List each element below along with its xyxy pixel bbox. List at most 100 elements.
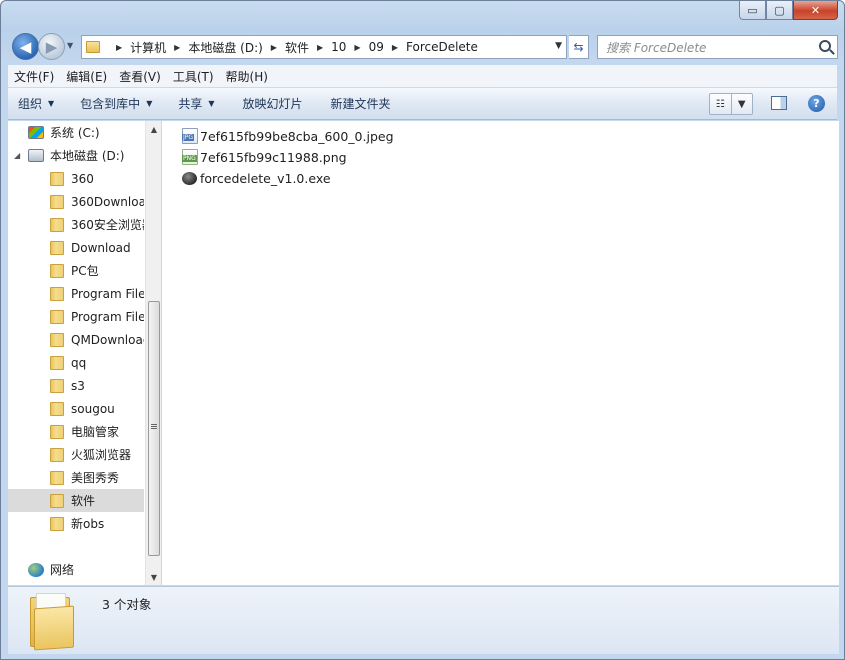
- item-count: 3 个对象: [102, 597, 152, 612]
- tree-item-label: qq: [71, 355, 87, 370]
- share-button[interactable]: 共享 ▼: [168, 95, 224, 112]
- tree-item-drive-c[interactable]: 系统 (C:): [8, 121, 144, 144]
- file-item[interactable]: forcedelete_v1.0.exe: [182, 168, 331, 188]
- breadcrumb-item[interactable]: ForceDelete: [406, 40, 478, 54]
- folder-icon: [50, 424, 64, 439]
- scroll-thumb[interactable]: [148, 301, 160, 556]
- tree-folder-item[interactable]: 360安全浏览器: [8, 213, 144, 236]
- menu-view[interactable]: 查看(V): [113, 68, 167, 85]
- file-item[interactable]: 7ef615fb99be8cba_600_0.jpeg: [182, 126, 394, 146]
- tree-folder-item[interactable]: 360: [8, 167, 144, 190]
- tree-folder-item[interactable]: sougou: [8, 397, 144, 420]
- folder-icon: [50, 516, 64, 531]
- include-in-library-button[interactable]: 包含到库中 ▼: [70, 95, 162, 112]
- tree-item-network[interactable]: 网络: [8, 558, 144, 581]
- tree-item-drive-d[interactable]: ◢ 本地磁盘 (D:): [8, 144, 144, 167]
- nav-scrollbar[interactable]: ▲ ▼: [145, 121, 161, 585]
- search-input[interactable]: 搜索 ForceDelete: [597, 35, 838, 59]
- tree-item-label: sougou: [71, 401, 115, 416]
- file-name: forcedelete_v1.0.exe: [200, 170, 331, 186]
- tree-folder-item[interactable]: PC包: [8, 259, 144, 282]
- file-name: 7ef615fb99be8cba_600_0.jpeg: [200, 128, 394, 144]
- tree-item-label: 软件: [71, 494, 96, 508]
- tree-item-label: 360Download: [71, 194, 144, 209]
- breadcrumb-item[interactable]: 10 ▶: [331, 40, 368, 54]
- folder-icon: [50, 378, 64, 393]
- organize-button[interactable]: 组织 ▼: [8, 95, 64, 112]
- menu-bar: 文件(F) 编辑(E) 查看(V) 工具(T) 帮助(H): [8, 65, 837, 88]
- tree-folder-item[interactable]: 新obs: [8, 512, 144, 535]
- tree-folder-item[interactable]: QMDownload: [8, 328, 144, 351]
- tree-item-label: 火狐浏览器: [71, 448, 132, 462]
- preview-pane-icon[interactable]: [771, 96, 787, 110]
- tree-folder-item[interactable]: qq: [8, 351, 144, 374]
- folder-icon: [50, 263, 64, 278]
- tree-item-label: 新obs: [71, 517, 105, 531]
- breadcrumb-item[interactable]: 本地磁盘 (D:) ▶: [188, 39, 285, 56]
- tree-item-label: 系统 (C:): [50, 126, 100, 140]
- tree-folder-item[interactable]: 电脑管家: [8, 420, 144, 443]
- hard-drive-icon: [28, 149, 44, 162]
- tree-item-label: s3: [71, 378, 85, 393]
- back-button[interactable]: ◀: [12, 33, 39, 60]
- chevron-down-icon[interactable]: ▼: [555, 41, 562, 51]
- recent-pages-dropdown[interactable]: ▼: [67, 41, 73, 50]
- tree-item-label: Download: [71, 240, 131, 255]
- tree-expand-icon[interactable]: ◢: [14, 151, 24, 160]
- folder-icon: [50, 217, 64, 232]
- folder-icon: [50, 309, 64, 324]
- file-item[interactable]: 7ef615fb99c11988.png: [182, 147, 347, 167]
- file-name: 7ef615fb99c11988.png: [200, 149, 347, 165]
- tree-item-label: 本地磁盘 (D:): [50, 149, 125, 163]
- folder-icon: [50, 470, 64, 485]
- folder-icon: [86, 41, 100, 53]
- tree-folder-item[interactable]: 火狐浏览器: [8, 443, 144, 466]
- new-folder-button[interactable]: 新建文件夹: [321, 95, 401, 112]
- tree-folder-item-selected[interactable]: 软件: [8, 489, 144, 512]
- minimize-button[interactable]: ▭: [739, 1, 766, 20]
- tree-folder-item[interactable]: 360Download: [8, 190, 144, 213]
- tree-folder-item[interactable]: 美图秀秀: [8, 466, 144, 489]
- menu-tools[interactable]: 工具(T): [167, 68, 220, 85]
- menu-file[interactable]: 文件(F): [8, 68, 60, 85]
- tree-folder-item[interactable]: Program Files: [8, 305, 144, 328]
- tree-item-label: 网络: [50, 563, 75, 577]
- breadcrumb-item[interactable]: 软件 ▶: [285, 39, 331, 56]
- jpeg-file-icon: [182, 128, 198, 144]
- view-grid-icon[interactable]: ☷: [710, 94, 732, 114]
- scroll-up-arrow-icon[interactable]: ▲: [146, 121, 162, 137]
- command-bar: 组织 ▼ 包含到库中 ▼ 共享 ▼ 放映幻灯片 新建文件夹 ☷ ▼ ?: [8, 88, 837, 120]
- address-bar[interactable]: ▶ 计算机 ▶ 本地磁盘 (D:) ▶ 软件 ▶ 10 ▶ 09 ▶ ForceDelet…: [81, 35, 567, 59]
- explorer-window: ▭ ▢ ✕ ◀ ▶ ▼ ▶ 计算机 ▶ 本地磁盘 (D:) ▶ 软件 ▶ 10 ▶ 09…: [0, 0, 845, 660]
- network-icon: [28, 562, 44, 577]
- search-placeholder: 搜索 ForceDelete: [606, 40, 707, 55]
- chevron-down-icon[interactable]: ▼: [732, 94, 753, 114]
- forward-button[interactable]: ▶: [38, 33, 65, 60]
- scroll-down-arrow-icon[interactable]: ▼: [146, 569, 162, 585]
- folder-icon: [50, 401, 64, 416]
- search-icon[interactable]: [819, 40, 831, 52]
- breadcrumb-root-arrow[interactable]: ▶: [108, 43, 130, 52]
- breadcrumb-item[interactable]: 计算机 ▶: [130, 39, 188, 56]
- change-view-button[interactable]: ☷ ▼: [709, 93, 753, 115]
- tree-folder-item[interactable]: Download: [8, 236, 144, 259]
- help-icon[interactable]: ?: [808, 95, 825, 112]
- tree-item-label: 美图秀秀: [71, 471, 120, 485]
- navigation-pane: 系统 (C:) ◢ 本地磁盘 (D:) 360 360Download 360安…: [8, 121, 161, 585]
- windows-drive-icon: [28, 126, 44, 139]
- menu-edit[interactable]: 编辑(E): [60, 68, 113, 85]
- tree-item-label: QMDownload: [71, 332, 144, 347]
- maximize-button[interactable]: ▢: [766, 1, 793, 20]
- folder-icon: [50, 171, 64, 186]
- folder-icon: [30, 593, 76, 651]
- close-button[interactable]: ✕: [793, 1, 838, 20]
- tree-item-label: Program Files: [71, 309, 144, 324]
- breadcrumb-item[interactable]: 09 ▶: [369, 40, 406, 54]
- refresh-icon[interactable]: ⇆: [569, 35, 589, 59]
- menu-help[interactable]: 帮助(H): [220, 68, 274, 85]
- tree-folder-item[interactable]: Program Files: [8, 282, 144, 305]
- tree-folder-item[interactable]: s3: [8, 374, 144, 397]
- slideshow-button[interactable]: 放映幻灯片: [233, 95, 313, 112]
- folder-icon: [50, 355, 64, 370]
- caption-buttons: ▭ ▢ ✕: [739, 1, 838, 20]
